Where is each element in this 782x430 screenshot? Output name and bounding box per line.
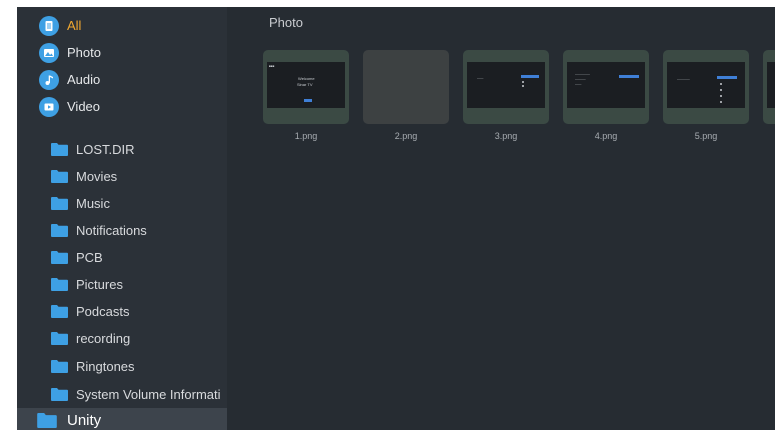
folder-item-notifications[interactable]: Notifications [17,217,227,244]
folder-item-lost-dir[interactable]: LOST.DIR [17,136,227,163]
file-name: 3.png [494,131,518,141]
folder-item-pictures[interactable]: Pictures [17,271,227,298]
folder-label: Music [76,196,110,211]
thumbnail-3[interactable]: ─── [463,50,549,124]
folder-item-ringtones[interactable]: Ringtones [17,353,227,380]
folder-item-pcb[interactable]: PCB [17,244,227,271]
image-preview: ■■■ Welcome Sinar TV [267,62,345,108]
folder-item-unity[interactable]: Unity [17,408,227,430]
category-photo-label: Photo [67,45,101,60]
content-title: Photo [269,15,303,30]
preview-button [304,99,312,102]
thumbnail-4[interactable]: ─────── ───── ─── [563,50,649,124]
video-icon [39,96,59,117]
file-name: 4.png [594,131,618,141]
image-preview: ────── [667,62,745,108]
folder-label: Movies [76,169,118,184]
category-all[interactable]: All [17,12,227,39]
folder-icon [37,412,57,428]
folder-item-system-volume-information[interactable]: System Volume Informati [17,381,227,408]
document-icon [39,15,59,36]
image-preview [767,62,775,108]
folder-item-podcasts[interactable]: Podcasts [17,298,227,325]
category-all-label: All [67,18,82,33]
thumbnail-1[interactable]: ■■■ Welcome Sinar TV [263,50,349,124]
preview-text: Welcome [298,76,315,81]
folder-label: System Volume Informati [76,387,221,402]
thumbnail-5[interactable]: ────── [663,50,749,124]
category-video[interactable]: Video [17,93,227,120]
folder-label: LOST.DIR [76,142,135,157]
folder-label: Pictures [76,277,123,292]
folder-label: Unity [67,411,102,429]
folder-icon [51,251,68,264]
folder-item-movies[interactable]: Movies [17,163,227,190]
folder-icon [51,143,68,156]
sidebar: All Photo Audio Video LOST.DIR Movies Mu… [17,7,227,430]
folder-icon [51,388,68,401]
image-preview: ─────── ───── ─── [567,62,645,108]
folder-icon [51,332,68,345]
file-name: 2.png [394,131,418,141]
file-name: 1.png [294,131,318,141]
folder-icon [51,170,68,183]
folder-label: Notifications [76,223,147,238]
category-audio-label: Audio [67,72,101,87]
thumbnail-partial[interactable] [763,50,775,124]
folder-item-music[interactable]: Music [17,190,227,217]
folder-label: Ringtones [76,359,135,374]
folder-icon [51,224,68,237]
folder-label: recording [76,331,131,346]
file-manager-screen: All Photo Audio Video LOST.DIR Movies Mu… [17,7,775,430]
folder-label: Podcasts [76,304,130,319]
category-photo[interactable]: Photo [17,39,227,66]
folder-icon [51,278,68,291]
folder-icon [51,305,68,318]
preview-button [619,75,639,78]
folder-icon [51,360,68,373]
folder-icon [51,197,68,210]
category-audio[interactable]: Audio [17,66,227,93]
file-name: 5.png [694,131,718,141]
category-video-label: Video [67,99,101,114]
preview-button [717,76,737,79]
folder-label: PCB [76,250,103,265]
thumbnail-2[interactable] [363,50,449,124]
image-preview: ─── [467,62,545,108]
folder-item-recording[interactable]: recording [17,325,227,352]
music-note-icon [39,69,59,90]
photo-icon [39,42,59,63]
preview-text: Sinar TV [297,82,313,87]
preview-button [521,75,539,78]
